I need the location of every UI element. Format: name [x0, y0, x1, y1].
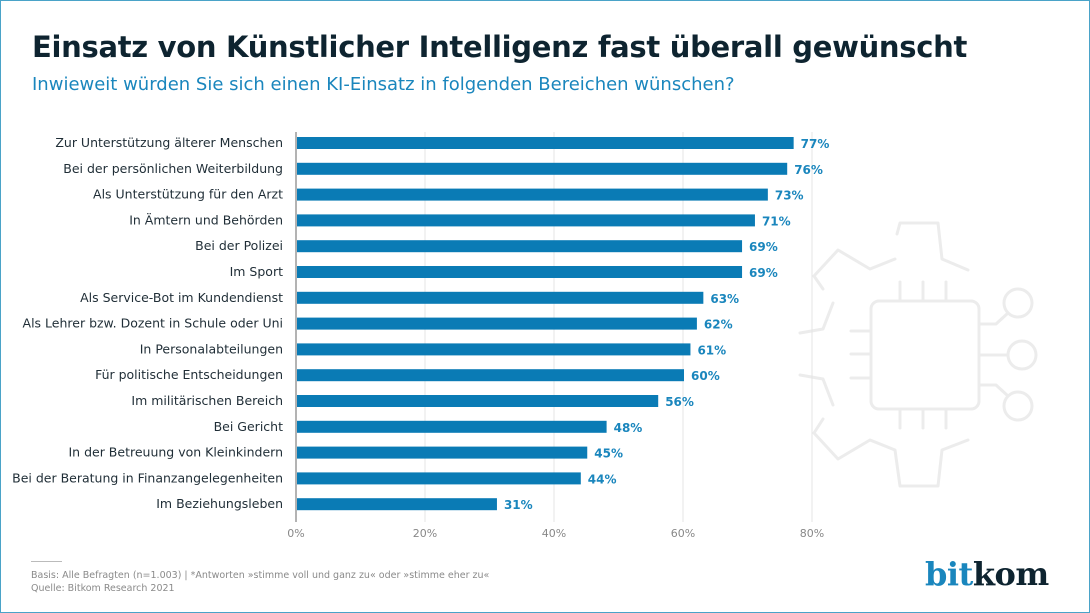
bar: [297, 137, 794, 149]
bar: [297, 214, 755, 227]
footnote-divider: [31, 561, 62, 562]
category-label: Bei der persönlichen Weiterbildung: [63, 161, 283, 176]
value-label: 60%: [691, 369, 720, 383]
bar-row: In Personalabteilungen 61%: [140, 341, 726, 357]
bar-row: Im militärischen Bereich 56%: [131, 393, 694, 409]
value-label: 48%: [614, 421, 643, 435]
x-tick-label: 20%: [413, 527, 437, 540]
value-label: 69%: [749, 240, 778, 254]
bars: Zur Unterstützung älterer Menschen 77% Bei…: [12, 135, 829, 512]
category-label: Als Unterstützung für den Arzt: [93, 187, 283, 202]
footnote-basis: Basis: Alle Befragten (n=1.003) | *Antwo…: [31, 570, 490, 581]
bar-chart: 0% 20% 40% 60% 80% Zur Unterstützung älterer…: [12, 132, 1038, 540]
value-label: 62%: [704, 318, 733, 332]
bitkom-logo: bitkom: [925, 555, 1049, 593]
bar: [297, 472, 581, 485]
bar-row: Als Unterstützung für den Arzt 73%: [93, 187, 804, 203]
bar-row: In der Betreuung von Kleinkindern 45%: [68, 445, 623, 461]
value-label: 56%: [665, 395, 694, 409]
bar-row: Bei Gericht 48%: [214, 419, 643, 435]
value-label: 63%: [710, 292, 739, 306]
category-label: In Ämtern und Behörden: [129, 212, 283, 227]
value-label: 71%: [762, 214, 791, 228]
value-label: 45%: [594, 447, 623, 461]
bar-row: Im Sport 69%: [230, 264, 778, 280]
value-label: 77%: [801, 137, 830, 151]
bar: [297, 395, 659, 407]
bar: [297, 446, 588, 459]
x-tick-label: 0%: [287, 527, 304, 540]
bar: [297, 240, 743, 253]
value-label: 61%: [697, 343, 726, 357]
value-label: 73%: [775, 189, 804, 203]
logo-part-bit: bit: [925, 555, 973, 593]
category-label: Für politische Entscheidungen: [95, 367, 283, 382]
bar-row: Im Beziehungsleben 31%: [156, 496, 532, 512]
bar: [297, 188, 768, 201]
category-label: Zur Unterstützung älterer Menschen: [55, 135, 283, 150]
bar-row: Zur Unterstützung älterer Menschen 77%: [55, 135, 829, 151]
logo-part-kom: kom: [972, 555, 1049, 593]
bar: [297, 343, 691, 356]
bar: [297, 420, 607, 433]
bar-row: Bei der Polizei 69%: [195, 238, 778, 254]
bar: [297, 266, 743, 278]
category-label: Bei Gericht: [214, 419, 283, 434]
x-tick-label: 40%: [542, 527, 566, 540]
x-tick-label: 60%: [671, 527, 695, 540]
bar: [297, 162, 788, 175]
bar-row: Für politische Entscheidungen 60%: [95, 367, 720, 383]
value-label: 31%: [504, 498, 533, 512]
bar-row: In Ämtern und Behörden 71%: [129, 212, 790, 228]
category-label: Im Beziehungsleben: [156, 496, 283, 511]
category-label: In Personalabteilungen: [140, 341, 283, 356]
ai-chip-gear-icon: [798, 221, 1038, 488]
category-label: In der Betreuung von Kleinkindern: [68, 445, 283, 460]
x-tick-label: 80%: [800, 527, 824, 540]
bar-row: Bei der Beratung in Finanzangelegenheite…: [12, 470, 616, 486]
bar-row: Als Lehrer bzw. Dozent in Schule oder Un…: [23, 316, 733, 332]
value-label: 44%: [588, 472, 617, 486]
footnote: Basis: Alle Befragten (n=1.003) | *Antwo…: [31, 569, 489, 595]
category-label: Im militärischen Bereich: [131, 393, 283, 408]
bar-row: Bei der persönlichen Weiterbildung 76%: [63, 161, 823, 177]
category-label: Im Sport: [230, 264, 283, 279]
bar: [297, 369, 684, 382]
bar: [297, 291, 704, 304]
bar: [297, 498, 497, 511]
category-label: Als Lehrer bzw. Dozent in Schule oder Un…: [23, 316, 283, 331]
bar: [297, 317, 697, 330]
x-axis-ticks: 0% 20% 40% 60% 80%: [287, 527, 824, 540]
category-label: Bei der Polizei: [195, 238, 283, 253]
value-label: 76%: [794, 163, 823, 177]
category-label: Als Service-Bot im Kundendienst: [80, 290, 283, 305]
value-label: 69%: [749, 266, 778, 280]
category-label: Bei der Beratung in Finanzangelegenheite…: [12, 470, 283, 485]
bar-row: Als Service-Bot im Kundendienst 63%: [80, 290, 739, 306]
footnote-source: Quelle: Bitkom Research 2021: [31, 583, 175, 594]
